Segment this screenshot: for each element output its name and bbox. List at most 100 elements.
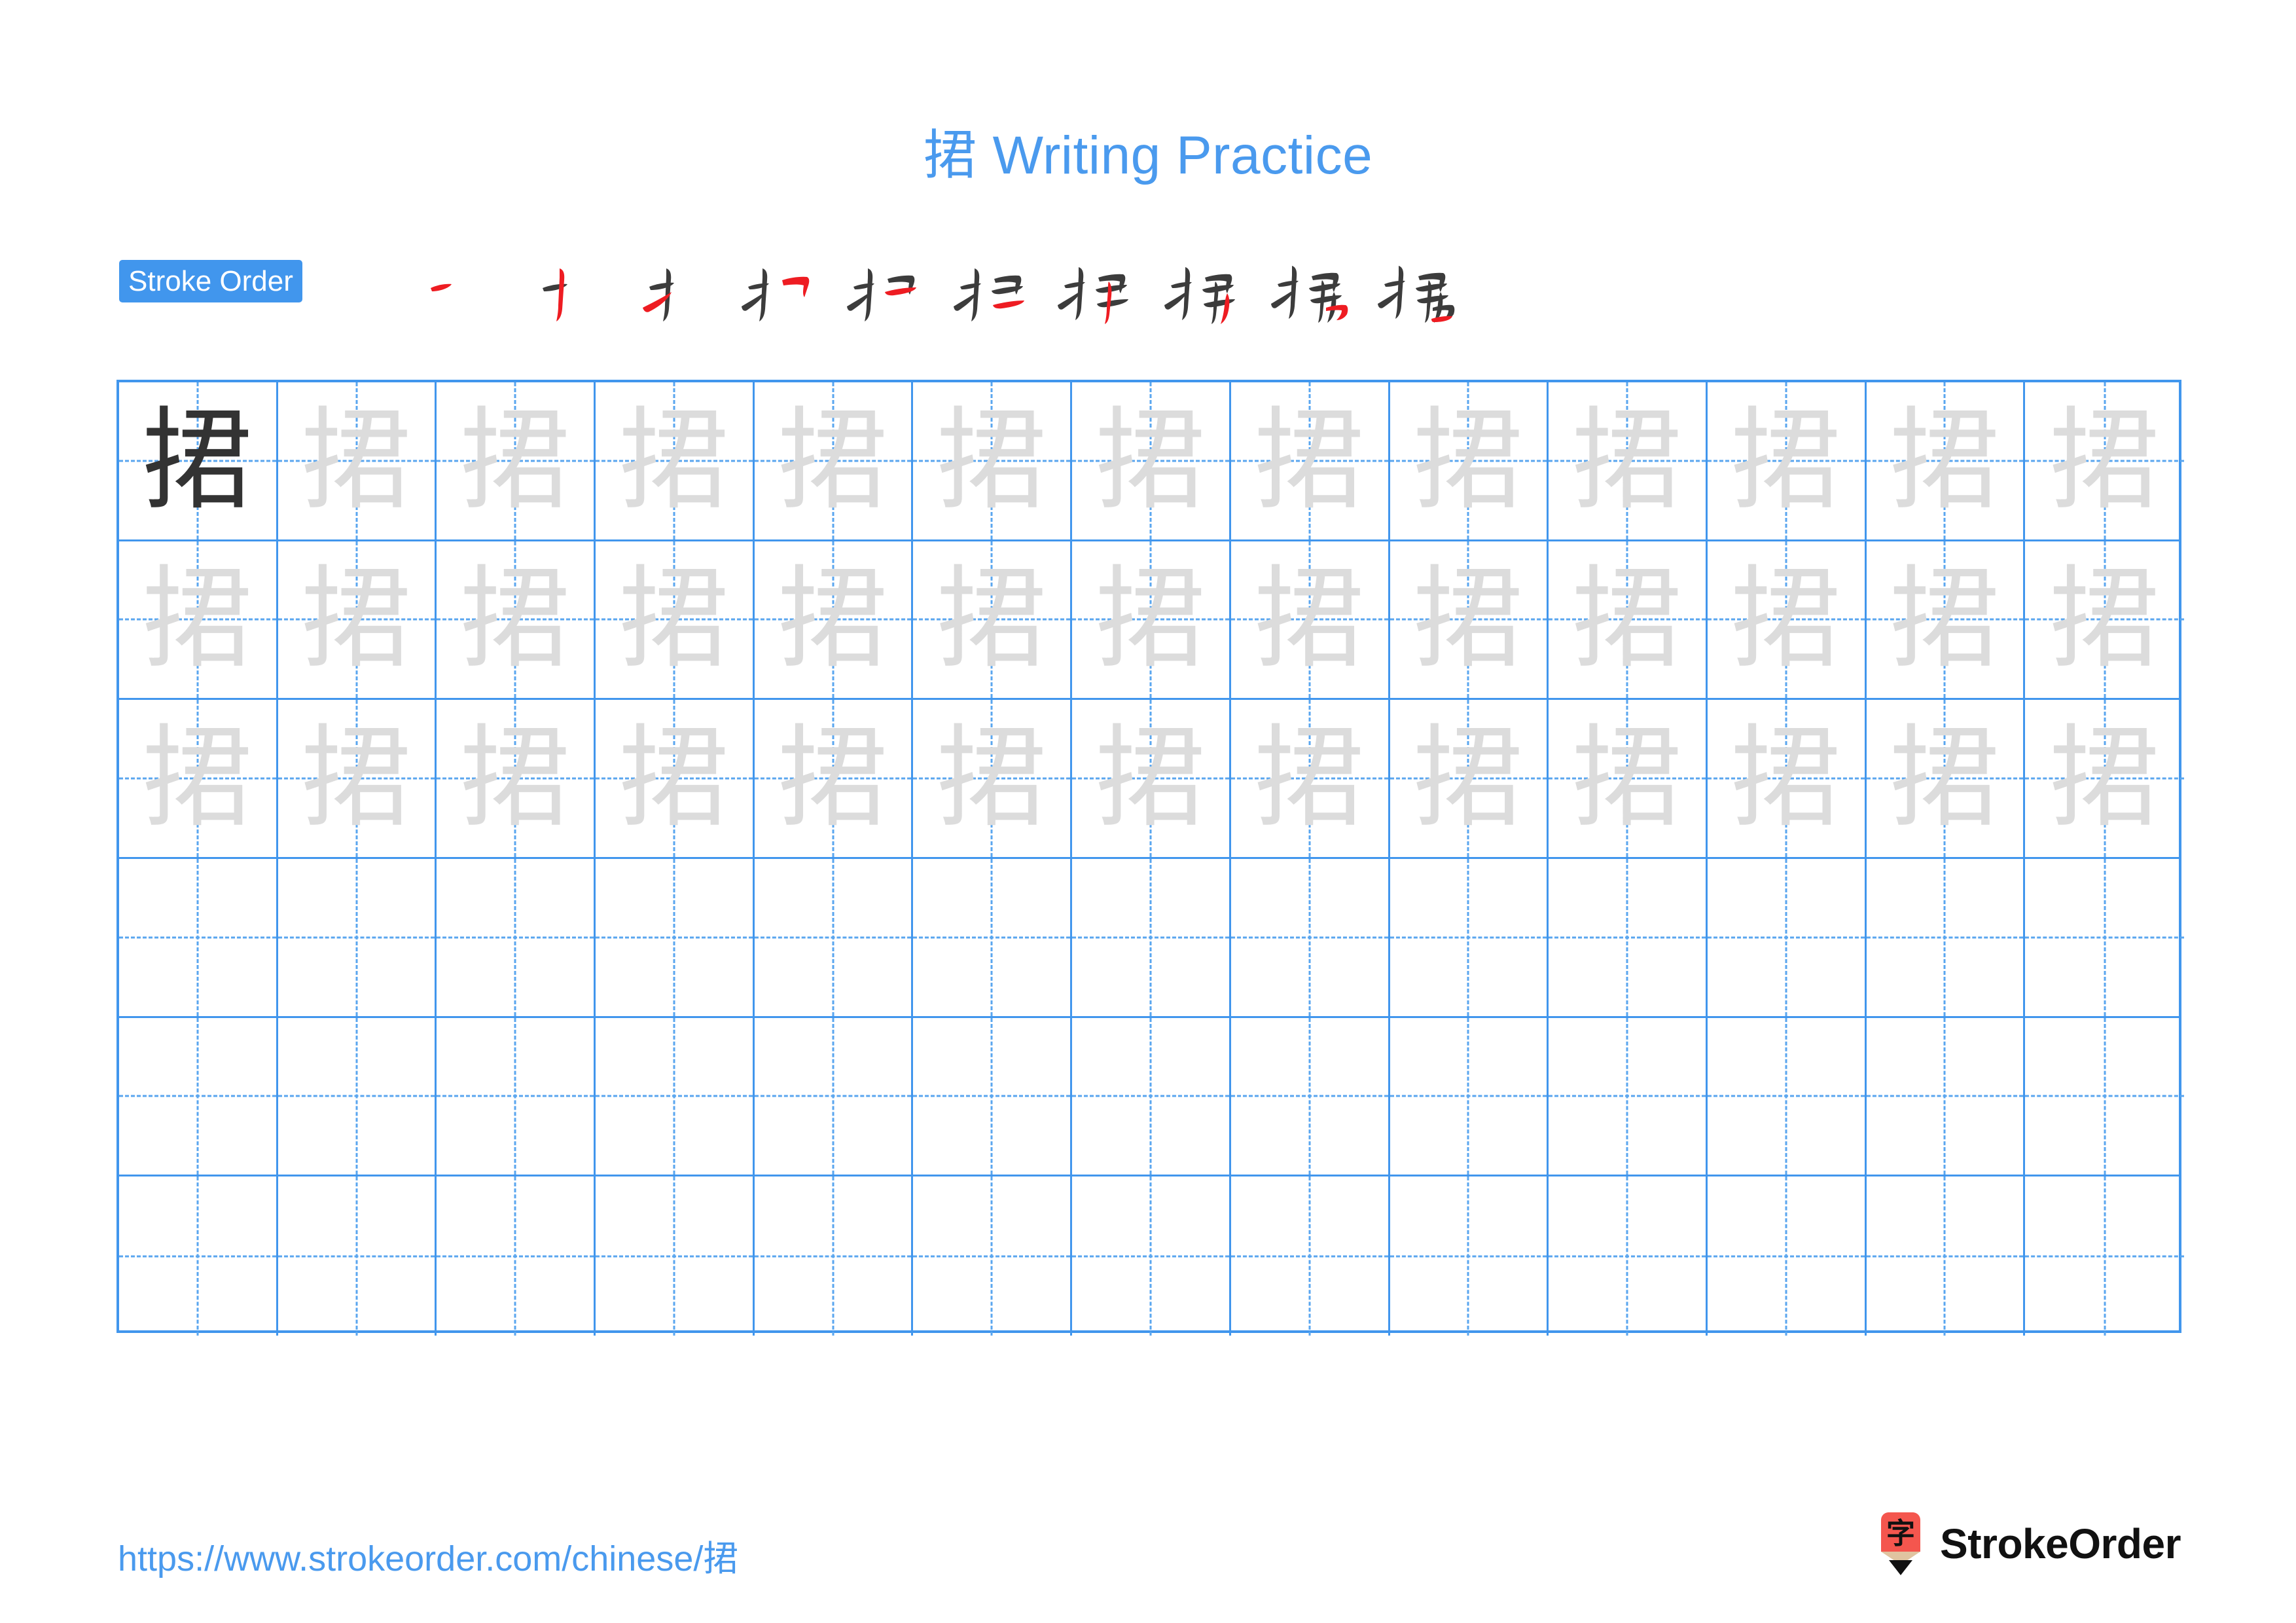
practice-character: 捃 [1412, 555, 1524, 685]
grid-cell[interactable] [1390, 1176, 1549, 1336]
grid-cell[interactable]: 捃 [1390, 541, 1549, 699]
grid-cell[interactable] [596, 1017, 755, 1175]
practice-character: 捃 [1094, 714, 1206, 844]
grid-cell[interactable] [119, 1017, 278, 1175]
grid-row: 捃捃捃捃捃捃捃捃捃捃捃捃捃 [119, 700, 2179, 859]
grid-cell[interactable] [755, 1176, 914, 1336]
grid-cell[interactable]: 捃 [437, 382, 596, 539]
grid-cell[interactable]: 捃 [1867, 700, 2026, 857]
grid-cell[interactable] [2025, 859, 2184, 1016]
practice-character: 捃 [777, 395, 889, 526]
grid-cell[interactable]: 捃 [2025, 700, 2184, 857]
grid-cell[interactable]: 捃 [119, 541, 278, 699]
grid-cell[interactable]: 捃 [596, 700, 755, 857]
grid-cell[interactable]: 捃 [1390, 382, 1549, 539]
grid-cell[interactable]: 捃 [1072, 382, 1231, 539]
practice-character: 捃 [1889, 555, 2001, 685]
grid-cell[interactable]: 捃 [1708, 541, 1867, 699]
grid-cell[interactable] [913, 858, 1073, 1016]
grid-cell[interactable]: 捃 [913, 541, 1073, 699]
grid-row [119, 858, 2179, 1018]
grid-cell[interactable]: 捃 [1867, 541, 2026, 699]
stroke-order-badge: Stroke Order [119, 260, 302, 302]
grid-cell[interactable] [596, 858, 755, 1016]
stroke-step-8 [1159, 254, 1266, 326]
grid-cell[interactable]: 捃 [2025, 541, 2184, 699]
grid-cell[interactable]: 捃 [1072, 700, 1231, 857]
grid-cell[interactable]: 捃 [1549, 382, 1708, 539]
grid-cell[interactable] [1072, 1176, 1231, 1336]
practice-character: 捃 [459, 395, 571, 526]
grid-cell[interactable] [2025, 1018, 2184, 1175]
grid-cell[interactable] [1231, 1176, 1390, 1336]
grid-cell[interactable] [1072, 858, 1231, 1016]
grid-cell[interactable] [1549, 858, 1708, 1016]
grid-cell[interactable] [913, 1176, 1073, 1336]
grid-cell[interactable]: 捃 [913, 700, 1073, 857]
grid-cell[interactable] [755, 858, 914, 1016]
stroke-step-3 [626, 254, 732, 326]
grid-cell[interactable]: 捃 [755, 700, 914, 857]
grid-cell[interactable] [437, 858, 596, 1016]
grid-cell[interactable] [1231, 858, 1390, 1016]
grid-cell[interactable]: 捃 [913, 382, 1073, 539]
grid-cell[interactable] [278, 858, 437, 1016]
grid-cell[interactable]: 捃 [278, 700, 437, 857]
grid-cell[interactable]: 捃 [119, 700, 278, 857]
grid-cell[interactable] [1549, 1017, 1708, 1175]
grid-cell[interactable] [119, 858, 278, 1016]
grid-cell[interactable]: 捃 [1708, 700, 1867, 857]
grid-cell[interactable] [2025, 1176, 2184, 1336]
stroke-step-6 [946, 254, 1052, 326]
grid-cell[interactable]: 捃 [1231, 700, 1390, 857]
footer-url[interactable]: https://www.strokeorder.com/chinese/捃 [118, 1529, 738, 1581]
grid-cell[interactable]: 捃 [596, 541, 755, 699]
grid-cell[interactable] [437, 1176, 596, 1336]
grid-cell[interactable]: 捃 [1072, 541, 1231, 699]
grid-cell[interactable] [913, 1017, 1073, 1175]
grid-cell[interactable] [596, 1176, 755, 1336]
grid-cell[interactable] [1549, 1176, 1708, 1336]
grid-cell[interactable]: 捃 [278, 382, 437, 539]
grid-cell[interactable] [1231, 1017, 1390, 1175]
practice-grid: 捃捃捃捃捃捃捃捃捃捃捃捃捃捃捃捃捃捃捃捃捃捃捃捃捃捃捃捃捃捃捃捃捃捃捃捃捃捃捃 [117, 380, 2184, 1336]
strokeorder-logo[interactable]: 字 StrokeOrder [1876, 1512, 2181, 1575]
practice-character: 捃 [1412, 714, 1524, 844]
practice-character: 捃 [1094, 555, 1206, 685]
grid-cell[interactable] [278, 1176, 437, 1336]
grid-cell[interactable]: 捃 [1549, 700, 1708, 857]
grid-cell[interactable]: 捃 [437, 541, 596, 699]
practice-character: 捃 [1253, 395, 1365, 526]
grid-cell[interactable] [1867, 858, 2026, 1016]
grid-cell[interactable]: 捃 [1231, 382, 1390, 539]
grid-cell[interactable] [1390, 858, 1549, 1016]
grid-cell[interactable] [437, 1017, 596, 1175]
grid-cell[interactable]: 捃 [278, 541, 437, 699]
practice-character: 捃 [141, 395, 253, 526]
grid-cell[interactable] [1708, 1017, 1867, 1175]
grid-cell[interactable]: 捃 [755, 541, 914, 699]
grid-cell[interactable]: 捃 [2025, 382, 2184, 539]
practice-character: 捃 [936, 395, 1048, 526]
grid-cell[interactable]: 捃 [755, 382, 914, 539]
practice-character: 捃 [459, 714, 571, 844]
grid-cell[interactable] [119, 1176, 278, 1336]
grid-cell[interactable]: 捃 [596, 382, 755, 539]
grid-cell[interactable]: 捃 [1390, 700, 1549, 857]
grid-row: 捃捃捃捃捃捃捃捃捃捃捃捃捃 [119, 382, 2179, 541]
grid-cell[interactable] [1867, 1176, 2026, 1336]
grid-cell[interactable] [1390, 1017, 1549, 1175]
grid-cell[interactable] [1708, 1176, 1867, 1336]
grid-cell[interactable]: 捃 [1867, 382, 2026, 539]
grid-cell[interactable]: 捃 [1231, 541, 1390, 699]
grid-cell[interactable] [1867, 1017, 2026, 1175]
grid-cell[interactable]: 捃 [119, 382, 278, 539]
practice-character: 捃 [1571, 555, 1683, 685]
grid-cell[interactable]: 捃 [437, 700, 596, 857]
grid-cell[interactable] [1072, 1017, 1231, 1175]
grid-cell[interactable] [278, 1017, 437, 1175]
grid-cell[interactable] [1708, 858, 1867, 1016]
grid-cell[interactable]: 捃 [1708, 382, 1867, 539]
grid-cell[interactable]: 捃 [1549, 541, 1708, 699]
grid-cell[interactable] [755, 1017, 914, 1175]
